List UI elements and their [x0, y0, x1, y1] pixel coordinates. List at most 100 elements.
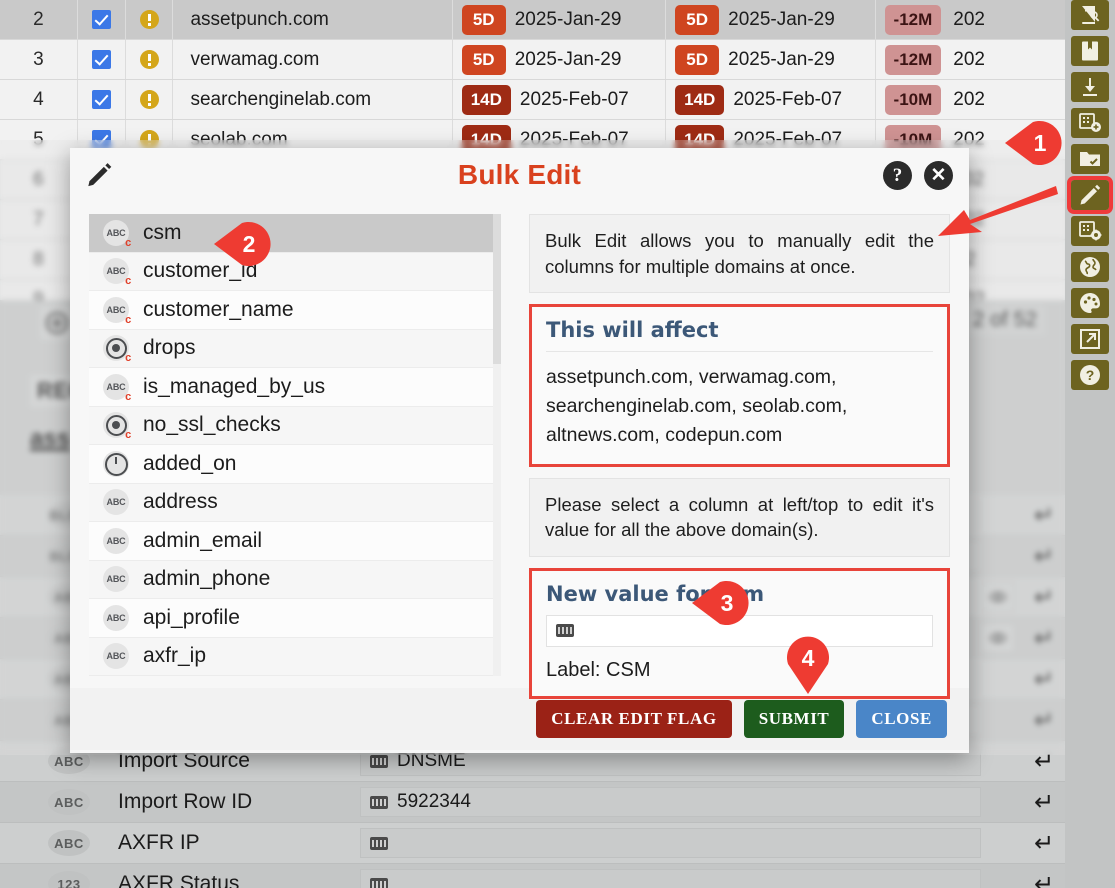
list-item[interactable]: ABC AXFR IP ↵	[0, 823, 1065, 864]
enter-icon[interactable]: ↵	[1023, 583, 1065, 612]
warning-icon	[139, 50, 159, 69]
affected-domains-list: assetpunch.com, verwamag.com, searchengi…	[546, 366, 848, 446]
clock-type-icon	[103, 450, 129, 477]
table-row[interactable]: 3 verwamag.com 5D 2025-Jan-29 5D 2025-Ja…	[0, 40, 1065, 80]
globe-icon[interactable]	[1071, 252, 1109, 282]
days-badge-2: 5D	[675, 44, 720, 75]
enter-icon[interactable]: ↵	[1023, 665, 1065, 694]
list-item[interactable]: ABC axfr_ip	[89, 637, 501, 676]
list-item[interactable]: ABC admin_email	[89, 522, 501, 561]
help-button[interactable]: ?	[883, 161, 912, 190]
field-value[interactable]	[360, 869, 981, 888]
enter-icon[interactable]: ↵	[1023, 501, 1065, 530]
field-value[interactable]	[360, 828, 981, 858]
eye-icon	[990, 592, 1006, 602]
warning-icon	[139, 10, 159, 29]
record-count: 2 of 52	[964, 305, 1045, 335]
enter-icon[interactable]: ↵	[1023, 788, 1065, 817]
folder-check-icon[interactable]	[1071, 144, 1109, 174]
dialog-body: ABC c csm ABC c customer_id ABC c customer_…	[70, 202, 969, 699]
column-name: added_on	[143, 451, 237, 475]
pencil-icon	[88, 163, 112, 187]
enter-icon[interactable]: ↵	[1023, 624, 1065, 653]
callout-number: 1	[1033, 129, 1047, 156]
enter-icon[interactable]: ↵	[1023, 542, 1065, 571]
list-item[interactable]: ABC address	[89, 483, 501, 522]
list-item[interactable]: c drops	[89, 329, 501, 368]
row-checkbox[interactable]	[78, 40, 126, 79]
domain-name[interactable]: verwamag.com	[173, 40, 453, 79]
domain-name[interactable]: assetpunch.com	[173, 0, 453, 39]
expiry-cell: 5D 2025-Jan-29	[453, 40, 667, 79]
callout-number: 4	[801, 645, 815, 671]
days-badge-2: 14D	[675, 84, 725, 115]
enter-icon[interactable]: ↵	[1023, 829, 1065, 858]
help-icon[interactable]: ?	[1071, 360, 1109, 390]
clear-edit-flag-button[interactable]: CLEAR EDIT FLAG	[536, 700, 732, 738]
row-checkbox[interactable]	[78, 80, 126, 119]
abc-type-icon: ABC	[103, 643, 129, 670]
list-item[interactable]: c no_ssl_checks	[89, 406, 501, 445]
domain-name[interactable]: searchenginelab.com	[173, 80, 453, 119]
submit-button[interactable]: SUBMIT	[743, 700, 845, 738]
reveal-button[interactable]	[981, 582, 1015, 612]
enter-icon[interactable]: ↵	[1023, 870, 1065, 888]
add-record-button[interactable]	[40, 305, 74, 340]
list-item[interactable]: ABC c customer_name	[89, 291, 501, 330]
selected-domain-title[interactable]: ass	[30, 425, 70, 453]
column-name: admin_phone	[143, 567, 271, 591]
external-link-icon[interactable]	[1071, 324, 1109, 354]
list-item[interactable]: ABC Import Row ID 5922344 ↵	[0, 782, 1065, 823]
abc-type-icon: ABC c	[103, 296, 131, 325]
scrollbar-thumb[interactable]	[493, 214, 501, 364]
c-subscript: c	[125, 275, 131, 288]
keyboard-icon	[370, 754, 388, 768]
close-button[interactable]: CLOSE	[856, 700, 947, 738]
enter-icon[interactable]: ↵	[1023, 706, 1065, 735]
abc-type-icon: ABC	[103, 566, 129, 593]
days-badge: 5D	[461, 44, 506, 75]
grid-add-icon[interactable]	[1071, 108, 1109, 138]
list-scrollbar[interactable]	[493, 214, 501, 676]
palette-icon[interactable]	[1071, 288, 1109, 318]
date-text-2: 2025-Jan-29	[728, 8, 835, 30]
age-cell: -10M 202	[876, 80, 1065, 119]
column-name: axfr_ip	[143, 644, 207, 668]
column-name: is_managed_by_us	[143, 374, 326, 398]
reveal-button[interactable]	[981, 623, 1015, 653]
list-item[interactable]: 123 AXFR Status ↵	[0, 864, 1065, 888]
table-row[interactable]: 2 assetpunch.com 5D 2025-Jan-29 5D 2025-…	[0, 0, 1065, 40]
list-item[interactable]: ABC admin_phone	[89, 560, 501, 599]
list-item[interactable]: ABC c customer_id	[89, 252, 501, 291]
date-text: 2025-Jan-29	[514, 48, 622, 70]
date-text-2: 2025-Jan-29	[728, 48, 835, 70]
field-value[interactable]: 5922344	[360, 787, 981, 817]
list-item[interactable]: ABC api_profile	[89, 599, 501, 638]
pencil-edit-icon[interactable]	[1067, 176, 1113, 214]
warning-cell	[126, 40, 174, 79]
download-icon[interactable]	[1071, 72, 1109, 102]
svg-text:?: ?	[1086, 367, 1095, 383]
list-item[interactable]: ABC c csm	[89, 214, 501, 253]
row-checkbox[interactable]	[78, 0, 126, 39]
list-item[interactable]: ABC c is_managed_by_us	[89, 368, 501, 407]
row-number: 7	[0, 200, 78, 239]
column-list[interactable]: ABC c csm ABC c customer_id ABC c customer_…	[89, 214, 501, 676]
checkbox-icon	[91, 90, 111, 109]
c-subscript: c	[125, 352, 131, 365]
abc-type-icon: ABC c	[103, 258, 131, 288]
warning-icon	[139, 130, 159, 149]
enter-icon[interactable]: ↵	[1023, 747, 1065, 776]
months-badge: -10M	[884, 84, 942, 115]
keyboard-icon	[556, 624, 574, 638]
hint-text: Please select a column at left/top to ed…	[529, 477, 950, 557]
date-text-2: 2025-Feb-07	[733, 88, 843, 110]
list-item[interactable]: added_on	[89, 445, 501, 484]
table-row[interactable]: 4 searchenginelab.com 14D 2025-Feb-07 14…	[0, 80, 1065, 120]
column-name: customer_name	[143, 297, 294, 321]
grid-settings-icon[interactable]	[1071, 216, 1109, 246]
bookmark-icon[interactable]	[1071, 36, 1109, 66]
expiry-cell-2: 5D 2025-Jan-29	[666, 40, 876, 79]
field-label: AXFR IP	[118, 831, 200, 854]
book-search-icon[interactable]	[1071, 0, 1109, 30]
